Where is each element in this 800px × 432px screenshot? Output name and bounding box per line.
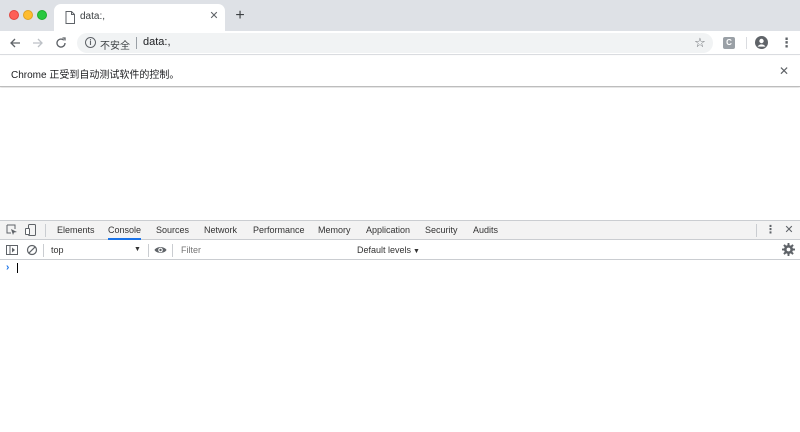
devtools-close-icon[interactable]: ✕ (783, 223, 795, 238)
inspect-element-icon[interactable] (6, 224, 18, 236)
close-window-button[interactable] (9, 10, 19, 20)
tab-sources[interactable]: Sources (156, 221, 189, 240)
infobar-close-icon[interactable]: ✕ (778, 65, 790, 77)
tab-close-icon[interactable]: ✕ (208, 10, 220, 22)
dropdown-arrow-icon: ▼ (413, 248, 420, 255)
devtools-divider (756, 224, 757, 237)
page-icon (65, 11, 75, 24)
browser-tab[interactable]: data:, ✕ (54, 4, 225, 31)
info-icon[interactable]: i (85, 37, 96, 48)
console-toolbar: top ▼ Default levels▼ (0, 240, 800, 260)
device-toolbar-icon[interactable] (25, 224, 37, 236)
console-divider (172, 244, 173, 257)
page-viewport[interactable] (0, 88, 800, 220)
dropdown-arrow-icon: ▼ (134, 246, 141, 253)
devtools-more-icon[interactable]: ⋮ (765, 223, 776, 238)
tab-title: data:, (80, 11, 106, 22)
kebab-menu-icon[interactable]: ⋮ (780, 35, 793, 51)
back-button[interactable] (6, 34, 24, 52)
text-caret (17, 263, 18, 273)
tab-audits[interactable]: Audits (473, 221, 498, 240)
context-value: top (51, 245, 64, 255)
devtools-tab-bar: Elements Console Sources Network Perform… (0, 221, 800, 240)
console-divider (43, 244, 44, 257)
automation-infobar: Chrome 正受到自动测试软件的控制。 ✕ (0, 56, 800, 87)
omnibox-divider (136, 37, 137, 49)
tab-performance[interactable]: Performance (253, 221, 305, 240)
toolbar-divider (746, 37, 747, 49)
tab-network[interactable]: Network (204, 221, 237, 240)
star-icon[interactable]: ☆ (693, 35, 707, 51)
infobar-message: Chrome 正受到自动测试软件的控制。 (11, 70, 180, 81)
title-bar: data:, ✕ + (0, 0, 800, 31)
context-selector[interactable]: top ▼ (46, 243, 146, 257)
url-text[interactable]: data:, (143, 36, 171, 48)
console-divider (148, 244, 149, 257)
eye-icon[interactable] (154, 244, 167, 256)
arrow-left-icon (10, 38, 20, 48)
reload-button[interactable] (52, 34, 70, 52)
devtools-divider (45, 224, 46, 237)
tab-security[interactable]: Security (425, 221, 458, 240)
profile-icon[interactable] (755, 36, 768, 49)
new-tab-button[interactable]: + (232, 8, 248, 24)
arrow-right-icon (33, 38, 43, 48)
devtools-panel: Elements Console Sources Network Perform… (0, 220, 800, 432)
clear-console-icon[interactable] (26, 244, 38, 256)
zoom-window-button[interactable] (37, 10, 47, 20)
sidebar-toggle-icon[interactable] (6, 244, 18, 256)
log-levels-label: Default levels (357, 245, 412, 255)
tab-application[interactable]: Application (366, 221, 410, 240)
forward-button[interactable] (29, 34, 47, 52)
gear-icon[interactable] (782, 243, 795, 256)
browser-toolbar: i 不安全 data:, ☆ C ⋮ (0, 31, 800, 55)
extension-icon[interactable]: C (723, 37, 735, 49)
tab-elements[interactable]: Elements (57, 221, 95, 240)
minimize-window-button[interactable] (23, 10, 33, 20)
log-levels-dropdown[interactable]: Default levels ▼ (357, 243, 420, 257)
address-bar[interactable]: i 不安全 data:, ☆ (77, 33, 713, 53)
console-input-line[interactable]: › (0, 261, 800, 275)
tab-console[interactable]: Console (108, 221, 142, 240)
prompt-chevron-icon: › (6, 262, 10, 273)
reload-icon (56, 37, 66, 48)
security-label[interactable]: 不安全 (100, 37, 130, 52)
tab-memory[interactable]: Memory (318, 221, 351, 240)
filter-input[interactable] (176, 243, 351, 257)
